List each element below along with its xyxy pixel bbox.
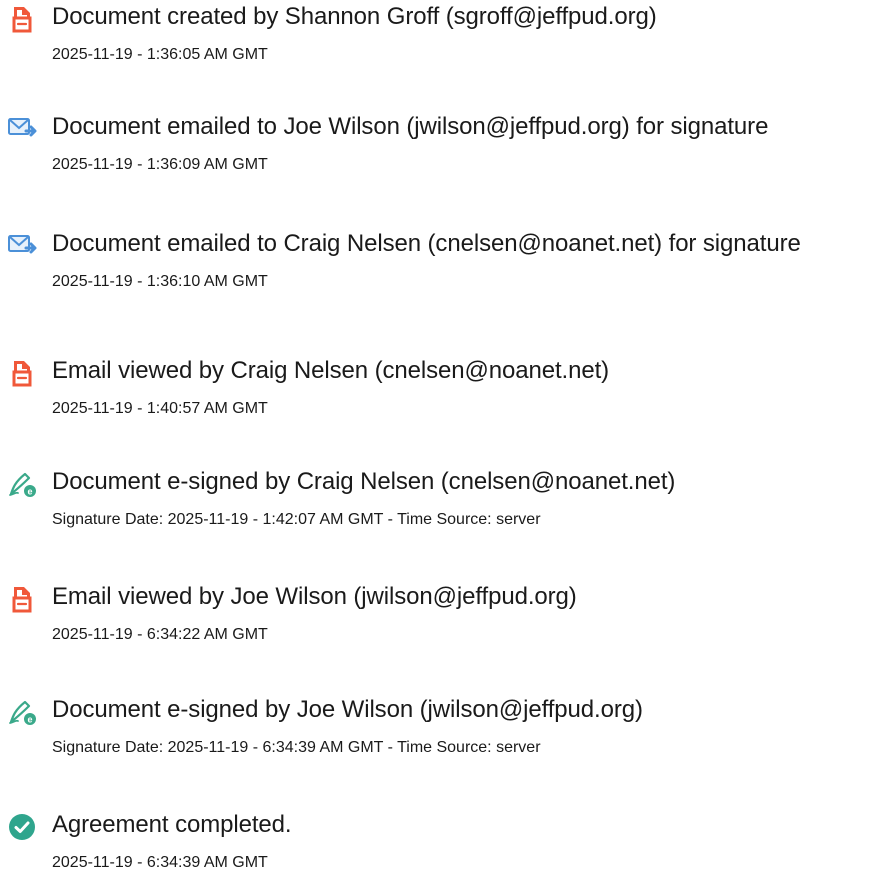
document-icon	[6, 583, 38, 615]
e-sign-pen-icon: e	[6, 468, 38, 500]
event-title: Document created by Shannon Groff (sgrof…	[52, 3, 657, 30]
event-document-emailed: Document emailed to Craig Nelsen (cnelse…	[0, 227, 887, 307]
event-title: Document emailed to Craig Nelsen (cnelse…	[52, 230, 801, 257]
event-title: Document emailed to Joe Wilson (jwilson@…	[52, 113, 769, 140]
event-title: Email viewed by Craig Nelsen (cnelsen@no…	[52, 357, 610, 384]
event-timestamp: 2025-11-19 - 1:36:05 AM GMT	[52, 46, 268, 63]
event-timestamp: Signature Date: 2025-11-19 - 6:34:39 AM …	[52, 739, 541, 756]
event-timestamp: 2025-11-19 - 1:36:10 AM GMT	[52, 273, 268, 290]
document-icon	[6, 357, 38, 389]
event-email-viewed: Email viewed by Joe Wilson (jwilson@jeff…	[0, 580, 887, 660]
event-timestamp: 2025-11-19 - 1:40:57 AM GMT	[52, 400, 268, 417]
event-document-emailed: Document emailed to Joe Wilson (jwilson@…	[0, 110, 887, 190]
event-email-viewed: Email viewed by Craig Nelsen (cnelsen@no…	[0, 354, 887, 434]
event-timestamp: Signature Date: 2025-11-19 - 1:42:07 AM …	[52, 511, 541, 528]
event-agreement-completed: Agreement completed. 2025-11-19 - 6:34:3…	[0, 808, 887, 888]
email-send-icon	[6, 230, 38, 262]
document-icon	[6, 3, 38, 35]
checkmark-circle-icon	[6, 811, 38, 843]
email-send-icon	[6, 113, 38, 145]
event-timestamp: 2025-11-19 - 6:34:22 AM GMT	[52, 626, 268, 643]
e-sign-pen-icon: e	[6, 696, 38, 728]
event-title: Document e-signed by Joe Wilson (jwilson…	[52, 696, 643, 723]
event-timestamp: 2025-11-19 - 6:34:39 AM GMT	[52, 854, 268, 871]
event-timestamp: 2025-11-19 - 1:36:09 AM GMT	[52, 156, 268, 173]
event-document-signed: e Document e-signed by Joe Wilson (jwils…	[0, 693, 887, 773]
event-document-signed: e Document e-signed by Craig Nelsen (cne…	[0, 465, 887, 545]
event-title: Agreement completed.	[52, 811, 292, 838]
event-title: Email viewed by Joe Wilson (jwilson@jeff…	[52, 583, 577, 610]
event-document-created: Document created by Shannon Groff (sgrof…	[0, 0, 887, 80]
svg-text:e: e	[27, 715, 32, 725]
event-title: Document e-signed by Craig Nelsen (cnels…	[52, 468, 676, 495]
svg-text:e: e	[27, 487, 32, 497]
